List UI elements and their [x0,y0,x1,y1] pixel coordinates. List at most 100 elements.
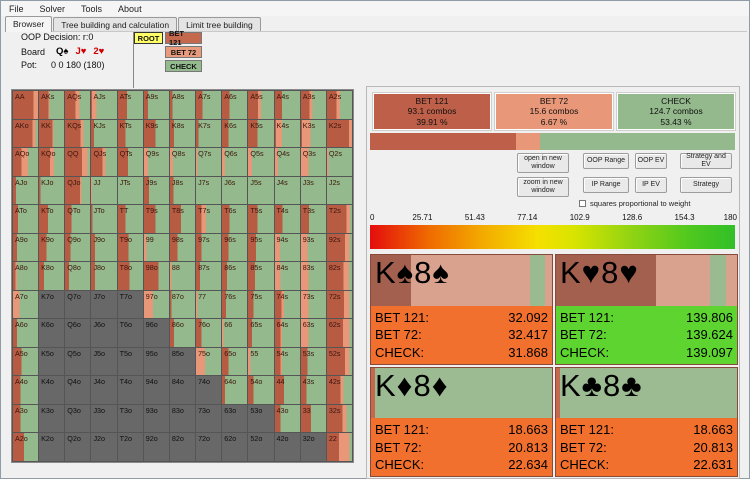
hand-cell-k5s[interactable]: K5s [248,120,273,148]
hand-cell-64s[interactable]: 64s [275,319,300,347]
hand-cell-92o[interactable]: 92o [144,433,169,461]
hand-cell-a2o[interactable]: A2o [13,433,38,461]
hand-cell-63o[interactable]: 63o [222,405,247,433]
hand-cell-a3o[interactable]: A3o [13,405,38,433]
hand-cell-97o[interactable]: 97o [144,291,169,319]
hand-cell-62s[interactable]: 62s [327,319,352,347]
hand-cell-76o[interactable]: 76o [196,319,221,347]
hand-cell-q3s[interactable]: Q3s [301,148,326,176]
hand-cell-t9o[interactable]: T9o [118,234,143,262]
hand-cell-t4s[interactable]: T4s [275,205,300,233]
hand-cell-t3o[interactable]: T3o [118,405,143,433]
hand-cell-32o[interactable]: 32o [301,433,326,461]
tab-browser[interactable]: Browser [5,16,52,32]
hand-cell-j3s[interactable]: J3s [301,177,326,205]
hand-cell-jts[interactable]: JTs [118,177,143,205]
hand-cell-85s[interactable]: 85s [248,262,273,290]
hand-cell-jto[interactable]: JTo [91,205,116,233]
hand-cell-t8o[interactable]: T8o [118,262,143,290]
hand-cell-q7s[interactable]: Q7s [196,148,221,176]
hand-cell-52s[interactable]: 52s [327,348,352,376]
hand-cell-62o[interactable]: 62o [222,433,247,461]
hand-cell-t4o[interactable]: T4o [118,376,143,404]
hand-cell-t5o[interactable]: T5o [118,348,143,376]
strategy-button[interactable]: Strategy [680,177,732,193]
hand-cell-92s[interactable]: 92s [327,234,352,262]
hand-cell-55[interactable]: 55 [248,348,273,376]
ip-ev-button[interactable]: IP EV [635,177,667,193]
hand-cell-t6o[interactable]: T6o [118,319,143,347]
hand-cell-j9o[interactable]: J9o [91,234,116,262]
hand-cell-a6o[interactable]: A6o [13,319,38,347]
hand-cell-72o[interactable]: 72o [196,433,221,461]
hand-cell-t2s[interactable]: T2s [327,205,352,233]
hand-cell-a9s[interactable]: A9s [144,91,169,119]
hand-cell-kqs[interactable]: KQs [65,120,90,148]
hand-cell-73o[interactable]: 73o [196,405,221,433]
hand-cell-ajo[interactable]: AJo [13,177,38,205]
hand-cell-94o[interactable]: 94o [144,376,169,404]
hand-cell-q2o[interactable]: Q2o [65,433,90,461]
hand-cell-j2o[interactable]: J2o [91,433,116,461]
hand-cell-98o[interactable]: 98o [144,262,169,290]
hand-cell-86o[interactable]: 86o [170,319,195,347]
menu-item-solver[interactable]: Solver [40,4,66,14]
hand-cell-ajs[interactable]: AJs [91,91,116,119]
hand-cell-ako[interactable]: AKo [13,120,38,148]
hand-cell-ats[interactable]: ATs [118,91,143,119]
hand-cell-aa[interactable]: AA [13,91,38,119]
hand-cell-t2o[interactable]: T2o [118,433,143,461]
hand-cell-a8o[interactable]: A8o [13,262,38,290]
hand-cell-k6s[interactable]: K6s [222,120,247,148]
hand-cell-43s[interactable]: 43s [301,376,326,404]
hand-cell-k4o[interactable]: K4o [39,376,64,404]
hand-cell-a5s[interactable]: A5s [248,91,273,119]
hand-cell-87s[interactable]: 87s [196,262,221,290]
hand-cell-93s[interactable]: 93s [301,234,326,262]
hand-cell-kk[interactable]: KK [39,120,64,148]
hand-cell-54s[interactable]: 54s [275,348,300,376]
hand-cell-k4s[interactable]: K4s [275,120,300,148]
hand-cell-53o[interactable]: 53o [248,405,273,433]
hand-cell-a7o[interactable]: A7o [13,291,38,319]
hand-cell-k3s[interactable]: K3s [301,120,326,148]
tree-node-check[interactable]: CHECK [165,60,202,72]
hand-cell-83o[interactable]: 83o [170,405,195,433]
hand-cell-82o[interactable]: 82o [170,433,195,461]
hand-cell-q7o[interactable]: Q7o [65,291,90,319]
hand-cell-t8s[interactable]: T8s [170,205,195,233]
hand-cell-87o[interactable]: 87o [170,291,195,319]
hand-cell-k2o[interactable]: K2o [39,433,64,461]
hand-cell-74o[interactable]: 74o [196,376,221,404]
ip-range-button[interactable]: IP Range [583,177,629,193]
strategy-and-ev-button[interactable]: Strategy and EV [680,153,732,169]
hand-cell-j8o[interactable]: J8o [91,262,116,290]
hand-cell-65o[interactable]: 65o [222,348,247,376]
hand-cell-j4s[interactable]: J4s [275,177,300,205]
hand-cell-q5o[interactable]: Q5o [65,348,90,376]
hand-cell-a3s[interactable]: A3s [301,91,326,119]
hand-cell-t7o[interactable]: T7o [118,291,143,319]
hand-cell-j3o[interactable]: J3o [91,405,116,433]
hand-cell-43o[interactable]: 43o [275,405,300,433]
hand-cell-aqs[interactable]: AQs [65,91,90,119]
hand-cell-j9s[interactable]: J9s [144,177,169,205]
hand-cell-t9s[interactable]: T9s [144,205,169,233]
hand-cell-84s[interactable]: 84s [275,262,300,290]
hand-cell-j6s[interactable]: J6s [222,177,247,205]
hand-cell-q3o[interactable]: Q3o [65,405,90,433]
hand-cell-qq[interactable]: QQ [65,148,90,176]
hand-cell-a4s[interactable]: A4s [275,91,300,119]
hand-cell-a8s[interactable]: A8s [170,91,195,119]
hand-cell-aqo[interactable]: AQo [13,148,38,176]
hand-cell-kjs[interactable]: KJs [91,120,116,148]
hand-cell-a6s[interactable]: A6s [222,91,247,119]
hand-cell-qto[interactable]: QTo [65,205,90,233]
hand-cell-kts[interactable]: KTs [118,120,143,148]
hand-cell-76s[interactable]: 76s [222,291,247,319]
hand-cell-j5s[interactable]: J5s [248,177,273,205]
hand-cell-99[interactable]: 99 [144,234,169,262]
hand-cell-93o[interactable]: 93o [144,405,169,433]
hand-cell-85o[interactable]: 85o [170,348,195,376]
hand-cell-ato[interactable]: ATo [13,205,38,233]
